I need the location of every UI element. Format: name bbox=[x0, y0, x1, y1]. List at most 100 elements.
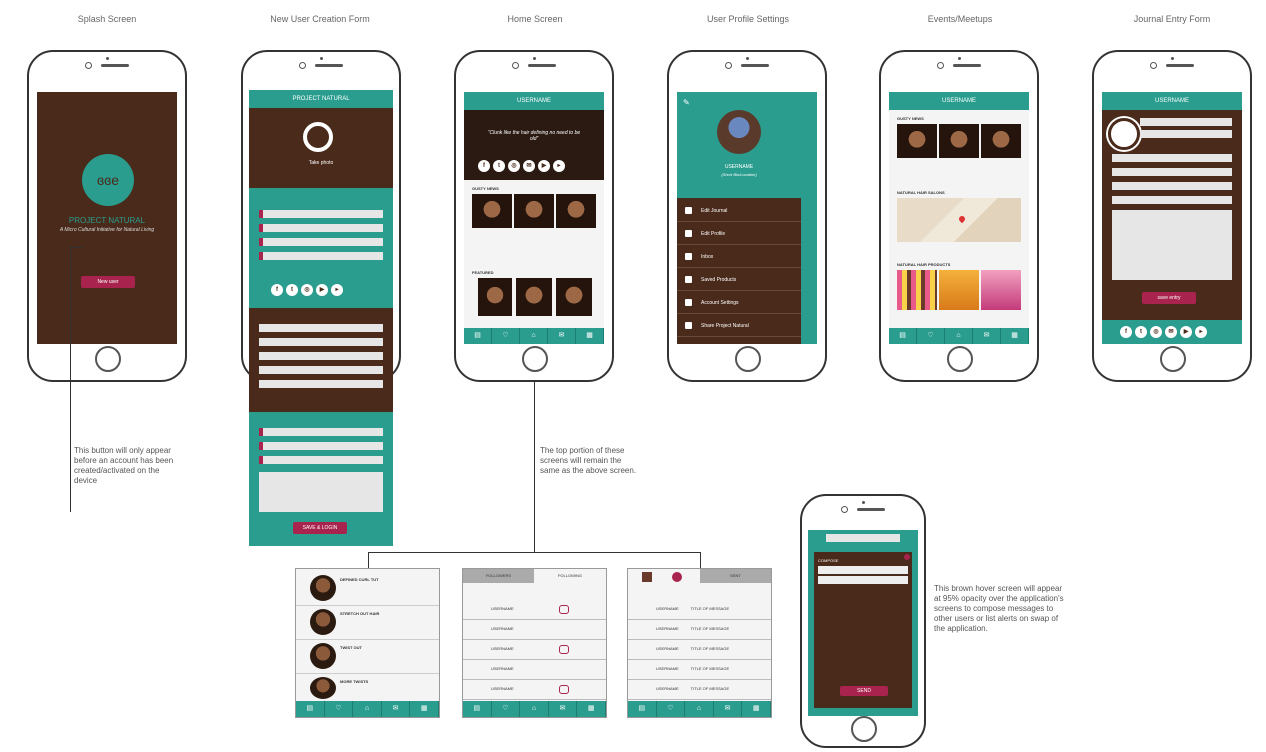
product-3[interactable] bbox=[981, 270, 1021, 310]
tab-calendar-icon[interactable]: ▦ bbox=[576, 328, 604, 344]
email-icon[interactable]: ✉ bbox=[523, 160, 535, 172]
tab-calendar-icon[interactable]: ▦ bbox=[742, 701, 771, 717]
list-item[interactable]: TWIST OUT bbox=[296, 639, 439, 674]
events-thumb-1[interactable] bbox=[897, 124, 937, 158]
tab-following[interactable]: FOLLOWING bbox=[534, 569, 606, 583]
tab-heart-icon[interactable]: ♡ bbox=[657, 701, 686, 717]
tab-sent[interactable]: SENT bbox=[700, 569, 771, 583]
edit-icon[interactable]: ✎ bbox=[683, 98, 690, 107]
tab-mail-icon[interactable]: ✉ bbox=[973, 328, 1001, 344]
journal-field-3[interactable] bbox=[1112, 182, 1232, 190]
email-icon[interactable]: ✉ bbox=[1165, 326, 1177, 338]
tab-home-icon[interactable]: ⌂ bbox=[520, 701, 549, 717]
follower-row[interactable]: USERNAME bbox=[463, 659, 606, 680]
events-tabbar[interactable]: ▤ ♡ ⌂ ✉ ▦ bbox=[889, 328, 1029, 344]
new-user-button[interactable]: New user bbox=[81, 276, 135, 288]
list-item[interactable]: MORE TWISTS bbox=[296, 673, 439, 699]
field-hair-type[interactable] bbox=[259, 428, 383, 436]
tab-calendar-icon[interactable]: ▦ bbox=[1001, 328, 1029, 344]
follower-row[interactable]: USERNAME bbox=[463, 619, 606, 640]
tab-followers[interactable]: FOLLOWERS bbox=[463, 569, 534, 583]
journal-notes[interactable] bbox=[1112, 210, 1232, 280]
tab-journal-icon[interactable]: ▤ bbox=[889, 328, 917, 344]
home-featured-2[interactable] bbox=[516, 278, 552, 316]
facebook-icon[interactable]: f bbox=[478, 160, 490, 172]
message-row[interactable]: USERNAME TITLE OF MESSAGE bbox=[628, 639, 771, 660]
events-thumb-2[interactable] bbox=[939, 124, 979, 158]
tab-mail-icon[interactable]: ✉ bbox=[549, 701, 578, 717]
instagram-icon[interactable]: ◎ bbox=[301, 284, 313, 296]
instagram-icon[interactable]: ◎ bbox=[508, 160, 520, 172]
twitter-icon[interactable]: t bbox=[286, 284, 298, 296]
camera-icon[interactable] bbox=[303, 122, 333, 152]
tab-heart-icon[interactable]: ♡ bbox=[492, 328, 520, 344]
field-location[interactable] bbox=[259, 380, 383, 388]
home-thumb-1[interactable] bbox=[472, 194, 512, 228]
home-featured-3[interactable] bbox=[556, 278, 592, 316]
tab-heart-icon[interactable]: ♡ bbox=[492, 701, 521, 717]
tab-home-icon[interactable]: ⌂ bbox=[685, 701, 714, 717]
tab-calendar-icon[interactable]: ▦ bbox=[410, 701, 439, 717]
field-email[interactable] bbox=[259, 210, 383, 218]
product-1[interactable] bbox=[897, 270, 937, 310]
follower-row[interactable]: USERNAME bbox=[463, 639, 606, 660]
journal-field-1[interactable] bbox=[1112, 154, 1232, 162]
field-username[interactable] bbox=[259, 224, 383, 232]
tab-journal-icon[interactable]: ▤ bbox=[296, 701, 325, 717]
tab-heart-icon[interactable]: ♡ bbox=[917, 328, 945, 344]
field-name[interactable] bbox=[259, 324, 383, 332]
youtube-icon[interactable]: ▶ bbox=[538, 160, 550, 172]
home-thumb-2[interactable] bbox=[514, 194, 554, 228]
message-row[interactable]: USERNAME TITLE OF MESSAGE bbox=[628, 599, 771, 620]
home-thumb-3[interactable] bbox=[556, 194, 596, 228]
panel-inbox-tabbar[interactable]: ▤ ♡ ⌂ ✉ ▦ bbox=[628, 701, 771, 717]
compose-search-bar[interactable] bbox=[826, 534, 900, 542]
home-featured-1[interactable] bbox=[478, 278, 512, 316]
list-item[interactable]: STRETCH OUT HAIR bbox=[296, 605, 439, 640]
save-login-button[interactable]: SAVE & LOGIN bbox=[293, 522, 347, 534]
field-gender[interactable] bbox=[259, 338, 383, 346]
panel-list-tabbar[interactable]: ▤ ♡ ⌂ ✉ ▦ bbox=[296, 701, 439, 717]
panel-followers-tabbar[interactable]: ▤ ♡ ⌂ ✉ ▦ bbox=[463, 701, 606, 717]
field-hair-length[interactable] bbox=[259, 456, 383, 464]
tab-heart-icon[interactable]: ♡ bbox=[325, 701, 354, 717]
message-row[interactable]: USERNAME TITLE OF MESSAGE bbox=[628, 679, 771, 700]
journal-field-4[interactable] bbox=[1112, 196, 1232, 204]
tab-mail-icon[interactable]: ✉ bbox=[548, 328, 576, 344]
social-icons[interactable]: f t ◎ ▶ ▸ bbox=[271, 284, 343, 296]
journal-field-2[interactable] bbox=[1112, 168, 1232, 176]
journal-social-icons[interactable]: f t ◎ ✉ ▶ ▸ bbox=[1120, 326, 1207, 338]
field-password[interactable] bbox=[259, 238, 383, 246]
menu-account-settings[interactable]: Account Settings bbox=[677, 292, 801, 314]
tab-journal-icon[interactable]: ▤ bbox=[628, 701, 657, 717]
play-icon[interactable]: ▸ bbox=[553, 160, 565, 172]
journal-field-date[interactable] bbox=[1140, 118, 1232, 126]
message-row[interactable]: USERNAME TITLE OF MESSAGE bbox=[628, 659, 771, 680]
tab-home-icon[interactable]: ⌂ bbox=[945, 328, 973, 344]
save-entry-button[interactable]: save entry bbox=[1142, 292, 1196, 304]
compose-field-body[interactable] bbox=[818, 576, 908, 584]
product-2[interactable] bbox=[939, 270, 979, 310]
field-hair-texture[interactable] bbox=[259, 366, 383, 374]
facebook-icon[interactable]: f bbox=[271, 284, 283, 296]
tab-home-icon[interactable]: ⌂ bbox=[353, 701, 382, 717]
heart-icon[interactable] bbox=[559, 605, 569, 614]
home-tabbar[interactable]: ▤ ♡ ⌂ ✉ ▦ bbox=[464, 328, 604, 344]
tab-journal-icon[interactable]: ▤ bbox=[463, 701, 492, 717]
follower-row[interactable]: USERNAME bbox=[463, 679, 606, 700]
menu-saved-products[interactable]: Saved Products bbox=[677, 269, 801, 291]
tab-home-icon[interactable]: ⌂ bbox=[520, 328, 548, 344]
heart-icon[interactable] bbox=[559, 685, 569, 694]
play-icon[interactable]: ▸ bbox=[1195, 326, 1207, 338]
compose-close-icon[interactable] bbox=[904, 554, 910, 560]
tab-journal-icon[interactable]: ▤ bbox=[464, 328, 492, 344]
list-item[interactable]: DEFINED CURL TUT bbox=[296, 571, 439, 606]
heart-icon[interactable] bbox=[559, 645, 569, 654]
field-bio[interactable] bbox=[259, 472, 383, 512]
field-hair-goal[interactable] bbox=[259, 442, 383, 450]
menu-inbox[interactable]: Inbox bbox=[677, 246, 801, 268]
youtube-icon[interactable]: ▶ bbox=[1180, 326, 1192, 338]
field-confirm-password[interactable] bbox=[259, 252, 383, 260]
follower-row[interactable]: USERNAME bbox=[463, 599, 606, 620]
instagram-icon[interactable]: ◎ bbox=[1150, 326, 1162, 338]
